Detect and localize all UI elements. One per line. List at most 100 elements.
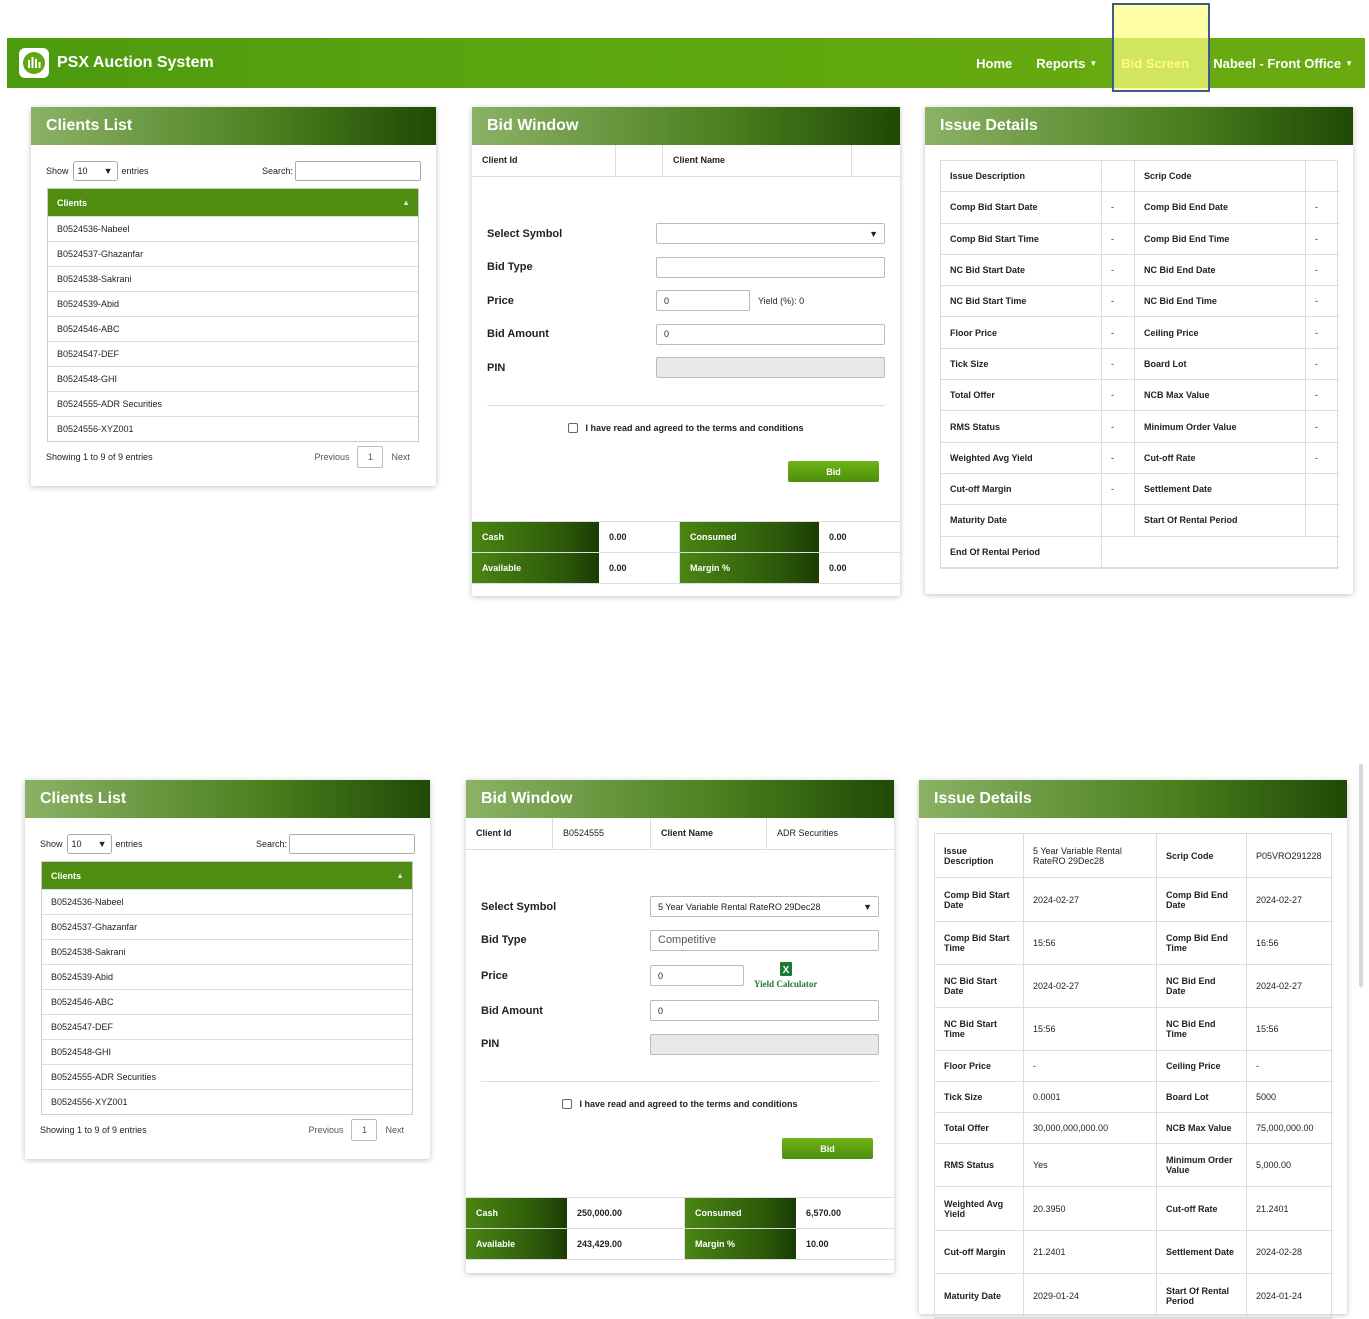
issue-label: Start Of Rental Period (1157, 1274, 1247, 1318)
issue-value: 5 Year Variable Rental RateRO 29Dec28 (1024, 834, 1157, 878)
client-row[interactable]: B0524556-XYZ001 (48, 416, 418, 441)
issue-label: Comp Bid End Date (1135, 192, 1306, 224)
client-row[interactable]: B0524536-Nabeel (42, 889, 412, 914)
client-row[interactable]: B0524538-Sakrani (48, 266, 418, 291)
issue-value: - (1247, 1051, 1333, 1082)
issue-label: Weighted Avg Yield (935, 1187, 1024, 1231)
issue-label: NCB Max Value (1135, 380, 1306, 412)
yield-calculator-label: Yield Calculator (754, 979, 818, 989)
chevron-down-icon: ▼ (863, 901, 872, 912)
issue-details-panel: Issue Details Issue Description 5 Year Va… (919, 780, 1347, 1319)
price-input[interactable]: 0 (656, 290, 750, 312)
bid-type-field[interactable]: Competitive (650, 929, 879, 951)
clients-column-header[interactable]: Clients ▲ (42, 862, 412, 889)
previous-button[interactable]: Previous (314, 452, 349, 462)
client-row[interactable]: B0524539-Abid (48, 291, 418, 316)
terms-checkbox[interactable] (562, 1099, 573, 1109)
entries-select[interactable]: 10 ▼ (72, 161, 118, 181)
issue-label: RMS Status (935, 1144, 1024, 1187)
client-row[interactable]: B0524546-ABC (48, 316, 418, 341)
client-row[interactable]: B0524556-XYZ001 (42, 1089, 412, 1114)
issue-label: Minimum Order Value (1135, 411, 1306, 443)
select-symbol-label: Select Symbol (487, 227, 563, 240)
client-row[interactable]: B0524537-Ghazanfar (48, 241, 418, 266)
entries-value: 10 (71, 839, 82, 849)
pin-input[interactable] (656, 357, 885, 379)
client-row[interactable]: B0524536-Nabeel (48, 216, 418, 241)
client-row[interactable]: B0524548-GHI (48, 366, 418, 391)
client-row[interactable]: B0524547-DEF (48, 341, 418, 366)
nav-user-menu[interactable]: Nabeel - Front Office ▼ (1201, 38, 1365, 88)
issue-label: NC Bid End Date (1157, 965, 1247, 1008)
previous-button[interactable]: Previous (308, 1125, 343, 1135)
terms-checkbox[interactable] (568, 422, 579, 433)
issue-value: 21.2401 (1247, 1187, 1333, 1231)
client-row[interactable]: B0524547-DEF (42, 1014, 412, 1039)
bid-button[interactable]: Bid (782, 1138, 873, 1159)
nav-reports-label: Reports (1036, 55, 1086, 71)
issue-label: NC Bid End Date (1135, 254, 1306, 287)
pin-input[interactable] (650, 1033, 879, 1055)
client-name-label: Client Name (651, 818, 767, 849)
search-input[interactable] (295, 161, 421, 181)
next-button[interactable]: Next (385, 1125, 404, 1135)
consumed-label: Consumed (685, 1198, 796, 1229)
client-id-label: Client Id (472, 145, 616, 176)
issue-label: Weighted Avg Yield (941, 442, 1102, 474)
select-symbol-label: Select Symbol (481, 900, 557, 913)
search-input[interactable] (289, 834, 415, 854)
bid-amount-input[interactable]: 0 (650, 1000, 879, 1022)
search-label: Search: (261, 166, 293, 176)
nav-home[interactable]: Home (964, 38, 1024, 88)
price-input[interactable]: 0 (650, 965, 744, 986)
brand[interactable]: PSX Auction System (19, 48, 214, 78)
clients-table: Clients ▲ B0524536-Nabeel B0524537-Ghazan… (41, 861, 413, 1115)
client-row[interactable]: B0524555-ADR Securities (42, 1064, 412, 1089)
client-row[interactable]: B0524538-Sakrani (42, 939, 412, 964)
bid-window-panel: Bid Window Client Id Client Name Select … (472, 107, 900, 596)
client-row[interactable]: B0524537-Ghazanfar (42, 914, 412, 939)
caret-down-icon: ▼ (1345, 58, 1353, 68)
entries-select[interactable]: 10 ▼ (66, 834, 112, 854)
price-label: Price (487, 294, 514, 307)
bid-amount-input[interactable]: 0 (656, 323, 885, 345)
search-label: Search: (255, 839, 287, 849)
issue-value (1102, 161, 1135, 193)
cash-label: Cash (472, 522, 599, 553)
bid-button[interactable]: Bid (788, 461, 879, 482)
issue-label: Board Lot (1157, 1082, 1247, 1113)
page-1-button[interactable]: 1 (351, 1119, 378, 1141)
issue-value: - (1102, 317, 1135, 349)
issue-value: 75,000,000.00 (1247, 1113, 1333, 1144)
client-name-label: Client Name (663, 145, 852, 176)
margin-label: Margin % (685, 1229, 796, 1260)
nav-reports[interactable]: Reports ▼ (1024, 38, 1109, 88)
cash-value: 250,000.00 (567, 1198, 685, 1229)
client-row[interactable]: B0524548-GHI (42, 1039, 412, 1064)
issue-details-table: Issue Description 5 Year Variable Rental … (934, 833, 1333, 1319)
page-1-button[interactable]: 1 (357, 446, 384, 468)
brand-title: PSX Auction System (57, 54, 214, 71)
issue-value: 2024-02-27 (1024, 965, 1157, 1008)
issue-label: NC Bid Start Time (935, 1008, 1024, 1051)
yield-calculator-link[interactable]: X Yield Calculator (754, 962, 817, 989)
issue-details-panel: Issue Details Issue Description Scrip Co… (925, 107, 1353, 594)
issue-value: 16:56 (1247, 922, 1333, 965)
issue-label: Total Offer (941, 380, 1102, 412)
issue-label: Maturity Date (935, 1274, 1024, 1318)
client-row[interactable]: B0524539-Abid (42, 964, 412, 989)
clients-column-header[interactable]: Clients ▲ (48, 189, 418, 216)
terms-label: I have read and agreed to the terms and … (579, 1099, 798, 1109)
issue-value: 15:56 (1024, 1008, 1157, 1051)
client-row[interactable]: B0524555-ADR Securities (48, 391, 418, 416)
page-scrollbar[interactable] (1359, 764, 1363, 987)
cash-value: 0.00 (599, 522, 680, 553)
issue-value: - (1306, 317, 1339, 349)
issue-label: Start Of Rental Period (1135, 505, 1306, 537)
next-button[interactable]: Next (391, 452, 410, 462)
bid-type-field[interactable] (656, 256, 885, 278)
symbol-select[interactable]: 5 Year Variable Rental RateRO 29Dec28 ▼ (650, 896, 879, 918)
client-row[interactable]: B0524546-ABC (42, 989, 412, 1014)
svg-text:X: X (782, 965, 789, 976)
symbol-select[interactable]: ▼ (656, 223, 885, 245)
